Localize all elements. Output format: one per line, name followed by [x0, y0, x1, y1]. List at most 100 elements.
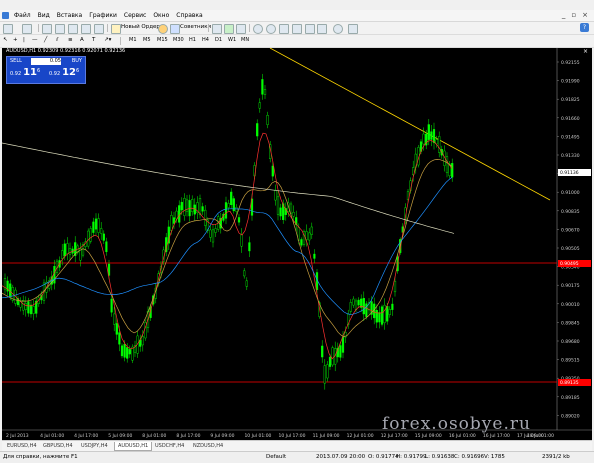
- time-label: 8 Jul 17:00: [176, 433, 200, 439]
- market-watch-icon[interactable]: [42, 24, 52, 34]
- restore-icon[interactable]: ▫: [571, 11, 576, 19]
- channel-icon[interactable]: ⫽: [56, 37, 58, 44]
- timeframe-mn[interactable]: MN: [240, 37, 250, 43]
- candle-body: [308, 232, 311, 241]
- candle-body: [258, 102, 261, 109]
- crosshair-icon[interactable]: +: [13, 37, 18, 43]
- profiles-icon[interactable]: [22, 24, 32, 34]
- candle-body: [245, 280, 248, 287]
- candle-body: [92, 221, 95, 233]
- candle-body: [102, 233, 105, 241]
- status-traffic: 2391/2 kb: [542, 454, 570, 460]
- periods-icon[interactable]: [333, 24, 343, 34]
- app-icon[interactable]: [2, 12, 9, 19]
- candle-body: [380, 306, 384, 325]
- menu-view[interactable]: Вид: [38, 12, 50, 19]
- advisors-button[interactable]: Советники: [180, 24, 211, 30]
- minimize-icon[interactable]: _: [562, 11, 566, 19]
- menu-file[interactable]: Файл: [14, 12, 31, 19]
- candle-body: [29, 304, 33, 315]
- candle-body: [120, 345, 124, 357]
- sell-price[interactable]: 0.92 116: [10, 67, 40, 78]
- chart-close-icon[interactable]: ×: [583, 48, 588, 55]
- text-icon[interactable]: A: [80, 37, 84, 43]
- timeframe-h4[interactable]: H4: [201, 37, 210, 43]
- candle-body: [32, 306, 35, 314]
- menu-window[interactable]: Окно: [153, 12, 169, 19]
- horizontal-line-icon[interactable]: —: [32, 37, 38, 43]
- tab-eurusd[interactable]: EURUSD,H4: [4, 442, 40, 450]
- buy-button[interactable]: BUY: [72, 58, 82, 64]
- time-label: 8 Jul 01:00: [142, 433, 166, 439]
- time-label: 10 Jul 17:00: [279, 433, 306, 439]
- status-open: O: 0.91774: [368, 454, 399, 460]
- menu-charts[interactable]: Графики: [89, 12, 117, 19]
- metaeditor-icon[interactable]: [158, 24, 168, 34]
- data-window-icon[interactable]: [55, 24, 65, 34]
- timeframe-m30[interactable]: M30: [172, 37, 185, 43]
- timeframe-d1[interactable]: D1: [214, 37, 223, 43]
- price-label: 0.89680: [561, 339, 580, 345]
- fibonacci-icon[interactable]: ≡: [68, 37, 73, 43]
- advisors-icon[interactable]: [170, 24, 180, 34]
- candle-body: [97, 218, 100, 233]
- new-order-button[interactable]: Новый Ордер: [121, 24, 160, 30]
- zoom-in-icon[interactable]: [253, 24, 263, 34]
- chart-shift-icon[interactable]: [305, 24, 315, 34]
- navigator-icon[interactable]: [68, 24, 78, 34]
- timeframe-h1[interactable]: H1: [188, 37, 197, 43]
- timeframe-w1[interactable]: W1: [227, 37, 237, 43]
- tab-nzdusd[interactable]: NZDUSD,H4: [190, 442, 226, 450]
- price-label: 0.92155: [561, 60, 580, 66]
- price-label: 0.91330: [561, 153, 580, 159]
- menu-tools[interactable]: Сервис: [124, 12, 146, 19]
- price-label: 0.89020: [561, 413, 580, 419]
- candle-body: [261, 79, 264, 95]
- templates-icon[interactable]: [348, 24, 358, 34]
- label-icon[interactable]: T: [92, 37, 95, 43]
- trendline-icon[interactable]: ╱: [44, 37, 47, 43]
- status-help: Для справки, нажмите F1: [3, 454, 78, 460]
- one-click-trading-panel: SELL 0.05 BUY 0.92 116 0.92 126: [6, 56, 86, 84]
- candle-body: [313, 253, 316, 259]
- new-order-icon[interactable]: [111, 24, 121, 34]
- terminal-icon[interactable]: [81, 24, 91, 34]
- cursor-icon[interactable]: ↖: [3, 37, 8, 43]
- menu-help[interactable]: Справка: [176, 12, 202, 19]
- tab-gbpusd[interactable]: GBPUSD,H4: [40, 442, 76, 450]
- auto-scroll-icon[interactable]: [292, 24, 302, 34]
- vertical-line-icon[interactable]: |: [23, 37, 25, 43]
- tab-usdchf[interactable]: USDCHF,H4: [152, 442, 187, 450]
- line-chart-icon[interactable]: [236, 24, 246, 34]
- tab-audusd[interactable]: AUDUSD,H1: [114, 442, 153, 451]
- tile-windows-icon[interactable]: [279, 24, 289, 34]
- chart-window[interactable]: 0.92155 0.91990 0.91825 0.91660 0.91495 0.913…: [2, 48, 592, 440]
- timeframe-m15[interactable]: M15: [156, 37, 169, 43]
- zoom-out-icon[interactable]: [266, 24, 276, 34]
- price-label: 0.91825: [561, 97, 580, 103]
- lot-size-input[interactable]: 0.05: [31, 58, 61, 65]
- toolbar-divider: [249, 24, 250, 32]
- new-chart-icon[interactable]: [3, 24, 13, 34]
- window-buttons: _ ▫ ×: [562, 11, 588, 19]
- buy-price[interactable]: 0.92 126: [49, 67, 79, 78]
- arrows-icon[interactable]: ↗▾: [104, 37, 111, 43]
- toolbar-divider: [120, 37, 121, 45]
- close-icon[interactable]: ×: [582, 11, 588, 19]
- tab-usdjpy[interactable]: USDJPY,H4: [78, 442, 111, 450]
- candlestick-icon[interactable]: [224, 24, 234, 34]
- help-icon[interactable]: ?: [580, 23, 589, 32]
- sell-button[interactable]: SELL: [10, 58, 22, 64]
- candle-body: [292, 212, 295, 217]
- candle-body: [279, 207, 282, 217]
- timeframe-m1[interactable]: M1: [128, 37, 138, 43]
- menu-insert[interactable]: Вставка: [57, 12, 82, 19]
- timeframe-m5[interactable]: M5: [142, 37, 152, 43]
- candle-body: [393, 281, 397, 293]
- candle-body: [24, 303, 27, 310]
- candle-body: [435, 139, 438, 145]
- bar-chart-icon[interactable]: [212, 24, 222, 34]
- price-chart[interactable]: 0.92155 0.91990 0.91825 0.91660 0.91495 0.913…: [2, 48, 592, 440]
- tester-icon[interactable]: [94, 24, 104, 34]
- indicators-icon[interactable]: [317, 24, 327, 34]
